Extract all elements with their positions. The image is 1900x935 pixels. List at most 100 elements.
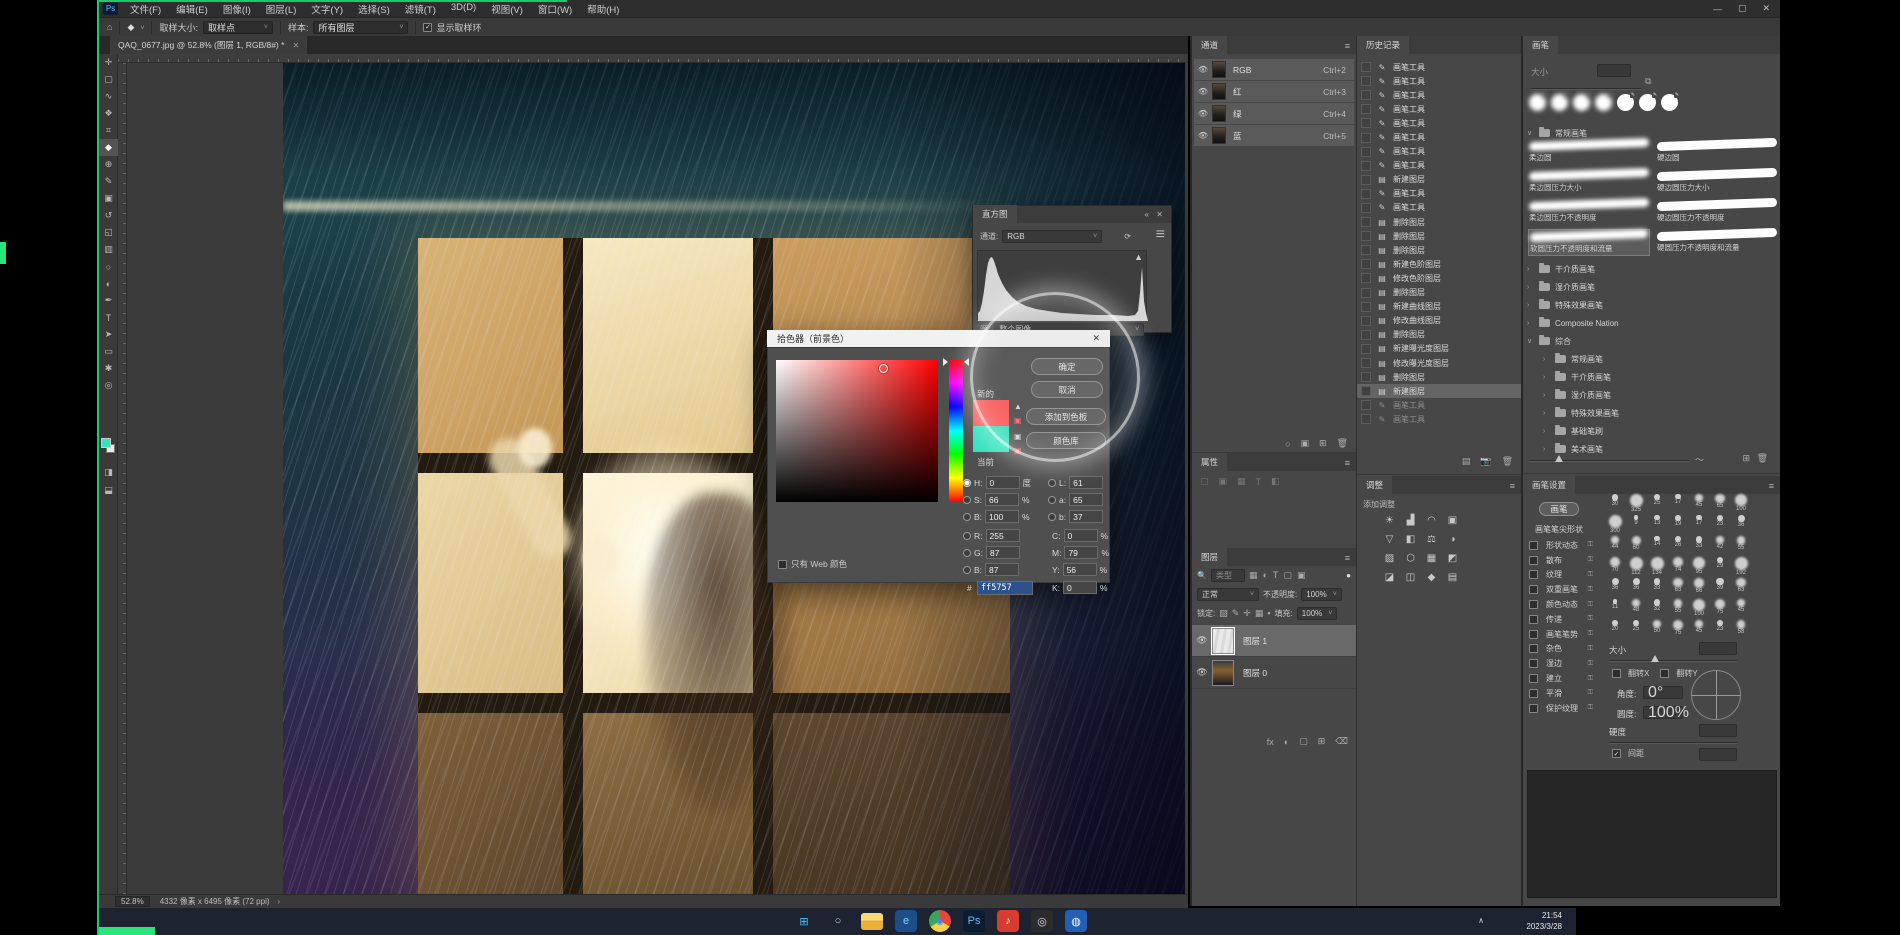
adjustment-gradient-map-icon[interactable]: ◆ (1425, 571, 1438, 584)
tab-history[interactable]: 历史记录 (1357, 36, 1409, 54)
eyedropper-tool[interactable]: ◆ (99, 139, 118, 156)
brush-tip[interactable]: 33 (1647, 578, 1667, 591)
history-source-box[interactable] (1361, 175, 1371, 185)
history-step[interactable]: ✎画笔工具 (1357, 145, 1521, 159)
move-tool[interactable]: ✛ (99, 54, 118, 71)
option-checkbox[interactable] (1529, 556, 1538, 565)
hardness-field[interactable] (1699, 724, 1737, 737)
layer-row[interactable]: 👁图层 0 (1192, 657, 1356, 689)
visibility-eye-icon[interactable]: 👁 (1192, 667, 1212, 678)
radio-rgb-g[interactable] (963, 549, 971, 557)
radio-hsb-h[interactable] (963, 479, 971, 487)
brush-folder[interactable]: ›湿介质画笔 (1527, 278, 1777, 296)
brush-tip[interactable]: 55 (1731, 536, 1751, 551)
history-step[interactable]: ▤新建图层 (1357, 173, 1521, 187)
brush-tip[interactable]: 100 (1731, 494, 1751, 512)
visibility-eye-icon[interactable]: 👁 (1194, 65, 1212, 74)
document-close-icon[interactable]: ✕ (292, 41, 299, 50)
history-step[interactable]: ▤删除图层 (1357, 370, 1521, 384)
adjustment-hue-saturation-icon[interactable]: ◧ (1404, 533, 1417, 546)
brush-tip[interactable]: 112 (1626, 557, 1646, 576)
brush-subfolder[interactable]: ›干介质画笔 (1527, 368, 1777, 386)
menu-item[interactable]: 文件(F) (130, 2, 161, 16)
history-source-box[interactable] (1361, 316, 1371, 326)
brush-settings-menu-icon[interactable]: ≡ (1769, 481, 1774, 491)
value-field-rgb-b[interactable]: 87 (985, 563, 1019, 576)
history-source-box[interactable] (1361, 76, 1371, 86)
hue-strip[interactable] (949, 360, 963, 502)
brush-option-平滑[interactable]: 平滑⚿ (1523, 686, 1599, 701)
menu-item[interactable]: 编辑(E) (176, 2, 208, 16)
tab-brush-settings[interactable]: 画笔设置 (1523, 476, 1575, 494)
lock-icon[interactable]: ▪ (1267, 608, 1270, 619)
brush-folder[interactable]: ›特殊效果画笔 (1527, 296, 1777, 314)
history-source-box[interactable] (1361, 302, 1371, 312)
brush-tool[interactable]: ✎ (99, 173, 118, 190)
menu-item[interactable]: 视图(V) (491, 2, 523, 16)
brush-option-颜色动态[interactable]: 颜色动态⚿ (1523, 597, 1599, 612)
history-step[interactable]: ▤新建图层 (1357, 384, 1521, 398)
brush-tip[interactable]: 58 (1731, 620, 1751, 635)
taskbar-icon-edge[interactable]: e (895, 910, 917, 932)
value-field-hsb-b[interactable]: 100 (985, 510, 1019, 523)
brush-option-形状动态[interactable]: 形状动态⚿ (1523, 538, 1599, 553)
layer-filter-icon[interactable]: ▢ (1283, 570, 1292, 581)
history-source-box[interactable] (1361, 386, 1371, 396)
brush-tip[interactable]: 45 (1689, 494, 1709, 508)
visibility-eye-icon[interactable]: 👁 (1194, 131, 1212, 140)
menu-item[interactable]: 帮助(H) (587, 2, 619, 16)
history-step[interactable]: ✎画笔工具 (1357, 130, 1521, 144)
history-source-box[interactable] (1361, 288, 1371, 298)
web-only-checkbox[interactable] (778, 560, 787, 569)
menu-item[interactable]: 选择(S) (358, 2, 390, 16)
history-step[interactable]: ▤删除图层 (1357, 229, 1521, 243)
brush-tip[interactable]: 26 (1668, 536, 1688, 548)
layer-action-icon[interactable]: ▢ (1299, 736, 1308, 747)
marquee-tool[interactable]: ▢ (99, 71, 118, 88)
brush-tip[interactable]: 20 (1605, 620, 1625, 632)
visibility-eye-icon[interactable]: 👁 (1194, 87, 1212, 96)
brush-tip[interactable]: 14 (1647, 536, 1667, 547)
layer-filter-icon[interactable]: ▦ (1249, 570, 1258, 581)
brush-subfolder[interactable]: ›基础笔刷 (1527, 422, 1777, 440)
color-swatches[interactable] (101, 438, 117, 454)
screen-mode-icon[interactable]: ⬓ (99, 482, 118, 499)
recent-brush-soft[interactable]: ✎ (1573, 94, 1590, 111)
history-source-box[interactable] (1361, 372, 1371, 382)
recent-brush-hard[interactable]: ✎ (1617, 94, 1634, 111)
history-step[interactable]: ✎画笔工具 (1357, 201, 1521, 215)
tab-channels[interactable]: 通道 (1192, 36, 1227, 54)
tip-size-field[interactable] (1699, 642, 1737, 655)
lock-icon[interactable]: ▦ (1255, 608, 1264, 619)
brush-preview-toggle-icon[interactable]: ⧉ (1645, 76, 1651, 87)
brush-preset[interactable]: 软圆压力不透明度和流量 (1529, 230, 1649, 255)
adjustment-levels-icon[interactable]: ▟ (1404, 514, 1417, 527)
radio-lab-b[interactable] (1048, 513, 1056, 521)
option-checkbox[interactable] (1529, 570, 1538, 579)
brush-option-散布[interactable]: 散布⚿ (1523, 553, 1599, 568)
history-action-icon[interactable]: 🗑 (1502, 456, 1513, 467)
lock-icon[interactable]: ▨ (1219, 608, 1228, 619)
brush-option-建立[interactable]: 建立⚿ (1523, 671, 1599, 686)
history-step[interactable]: ▤新建曝光度图层 (1357, 342, 1521, 356)
brush-tip[interactable]: 32 (1647, 599, 1667, 612)
channel-action-icon[interactable]: ⊞ (1319, 438, 1327, 449)
hue-slider-arrow[interactable] (943, 358, 948, 366)
ruler-vertical[interactable] (118, 63, 127, 896)
history-step[interactable]: ✎画笔工具 (1357, 187, 1521, 201)
properties-menu-icon[interactable]: ≡ (1345, 458, 1350, 468)
adjustment-exposure-icon[interactable]: ▣ (1446, 514, 1459, 527)
adjustment-threshold-icon[interactable]: ◫ (1404, 571, 1417, 584)
history-step[interactable]: ✎画笔工具 (1357, 159, 1521, 173)
brush-preset[interactable]: 柔边圆压力大小 (1529, 170, 1649, 193)
brush-preset[interactable]: 硬边圆压力大小 (1657, 170, 1777, 193)
layer-action-icon[interactable]: ⊞ (1318, 736, 1326, 747)
value-field-rgb-r[interactable]: 255 (986, 529, 1020, 542)
history-step[interactable]: ▤删除图层 (1357, 286, 1521, 300)
brush-tip[interactable]: 45 (1731, 599, 1751, 613)
brush-tip[interactable]: 300 (1605, 515, 1625, 534)
channel-row[interactable]: 👁绿Ctrl+4 (1194, 103, 1354, 124)
adjustment-color-balance-icon[interactable]: ⚖ (1425, 533, 1438, 546)
history-source-box[interactable] (1361, 245, 1371, 255)
value-field-lab-b[interactable]: 37 (1069, 510, 1103, 523)
